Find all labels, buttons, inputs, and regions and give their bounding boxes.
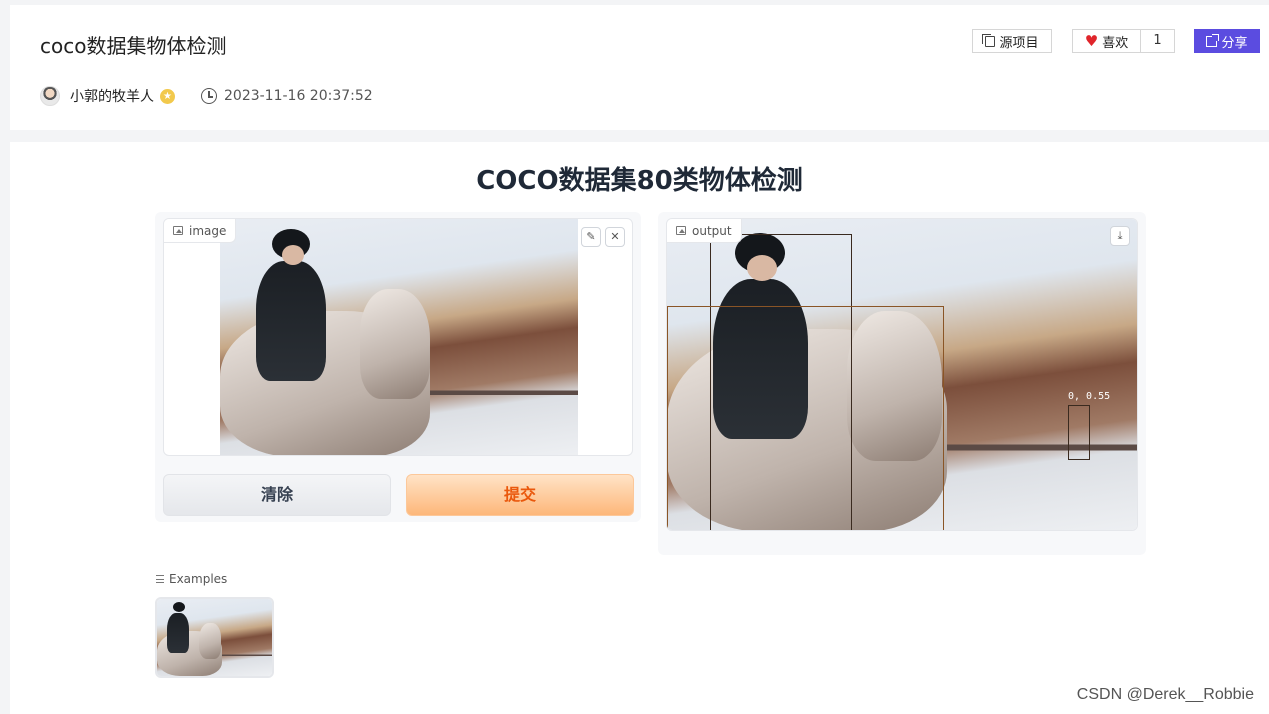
image-icon (173, 226, 183, 235)
image-icon (676, 226, 686, 235)
share-icon (1206, 33, 1220, 47)
edit-icon[interactable]: ✎ (581, 227, 601, 247)
heart-icon: ♥ (1084, 32, 1099, 50)
examples-label: Examples (156, 572, 227, 586)
watermark: CSDN @Derek__Robbie (1076, 686, 1254, 703)
submit-button[interactable]: 提交 (406, 474, 634, 516)
output-label-text: output (692, 223, 732, 238)
image-label-text: image (189, 223, 227, 238)
like-count: 1 (1153, 33, 1162, 48)
app-title: COCO数据集80类物体检测 (476, 166, 803, 196)
share-button[interactable]: 分享 (1194, 29, 1260, 53)
clear-button[interactable]: 清除 (163, 474, 391, 516)
star-badge-icon: ★ (160, 88, 175, 104)
example-photo (157, 599, 272, 676)
output-image: output ⤓ 0, 0.55 (666, 218, 1138, 531)
share-label: 分享 (1221, 35, 1248, 51)
download-icon[interactable]: ⤓ (1110, 226, 1130, 246)
project-header: coco数据集物体检测 小郭的牧羊人 ★ 2023-11-16 20:37:52… (10, 5, 1269, 130)
example-thumbnail[interactable] (155, 597, 274, 678)
input-photo (220, 219, 578, 455)
source-project-label: 源项目 (999, 35, 1039, 51)
image-input-label: image (164, 219, 237, 243)
output-label: output (667, 219, 742, 243)
author-name[interactable]: 小郭的牧羊人 (70, 86, 154, 106)
author-avatar[interactable] (40, 86, 60, 106)
source-project-button[interactable]: 源项目 (972, 29, 1052, 53)
timestamp: 2023-11-16 20:37:52 (224, 88, 373, 104)
like-label: 喜欢 (1102, 35, 1129, 51)
bbox-small (1068, 405, 1090, 460)
project-title: coco数据集物体检测 (40, 34, 227, 58)
author-row: 小郭的牧羊人 ★ 2023-11-16 20:37:52 (40, 85, 373, 107)
detection-label: 0, 0.55 (1068, 391, 1111, 402)
input-panel: image ✎ ✕ 清除 提交 (155, 212, 641, 522)
gradio-app: COCO数据集80类物体检测 image ✎ ✕ 清除 提交 output ⤓ … (10, 142, 1269, 714)
output-panel: output ⤓ 0, 0.55 (658, 212, 1146, 555)
clock-icon (201, 88, 217, 104)
like-group: ♥ 喜欢 1 (1072, 29, 1175, 53)
bbox-horse (667, 306, 944, 530)
close-icon[interactable]: ✕ (605, 227, 625, 247)
copy-icon (982, 33, 996, 47)
examples-label-text: Examples (169, 572, 228, 586)
image-tools: ✎ ✕ (581, 227, 625, 247)
list-icon (156, 575, 164, 583)
like-button[interactable]: ♥ 喜欢 (1073, 30, 1141, 52)
image-input[interactable]: image ✎ ✕ (163, 218, 633, 456)
